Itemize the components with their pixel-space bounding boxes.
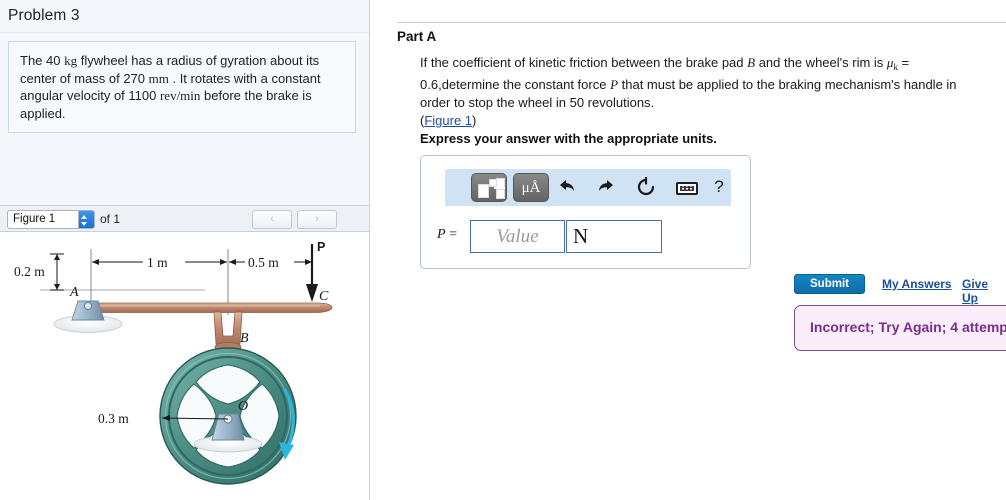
problem-statement-text: The 40 kg flywheel has a radius of gyrat…	[20, 52, 344, 122]
flywheel-brake-diagram: 0.2 m 1 m 0.5 m P C A B 0.3 m O	[14, 240, 333, 485]
undo-glyph	[560, 180, 574, 191]
point-label-o: O	[238, 399, 248, 414]
figlink-paren-close: )	[472, 113, 477, 128]
figure-prev-button[interactable]: ‹	[252, 210, 292, 229]
question-text: If the coefficient of kinetic friction b…	[420, 54, 980, 130]
part-divider	[397, 22, 1006, 23]
figure-select-value: Figure 1	[13, 213, 56, 225]
left-panel: Problem 3 The 40 kg flywheel has a radiu…	[0, 0, 370, 500]
feedback-message: Incorrect; Try Again; 4 attempts remaini…	[810, 319, 1006, 335]
template-button[interactable]	[471, 173, 507, 202]
redo-glyph	[599, 180, 613, 191]
stmt-seg-1: The 40	[20, 53, 65, 68]
dim-label-0-3m: 0.3 m	[98, 411, 129, 426]
q-seg-2a: determine the constant force	[441, 77, 611, 92]
chevron-updown-glyph	[81, 215, 87, 226]
point-label-a: A	[69, 285, 79, 300]
reset-glyph	[637, 177, 655, 196]
figure-next-button[interactable]: ›	[297, 210, 337, 229]
keyboard-icon[interactable]	[676, 182, 698, 195]
q-var-p: P	[610, 77, 619, 92]
math-toolbar: μÅ ?	[445, 169, 731, 206]
part-title: Part A	[397, 29, 437, 44]
chevron-left-icon: ‹	[270, 213, 274, 225]
q-seg-1c: and the wheel's rim is	[755, 55, 887, 70]
point-label-c: C	[319, 289, 329, 304]
units-button[interactable]: μÅ	[513, 173, 549, 202]
page-root: Problem 3 The 40 kg flywheel has a radiu…	[0, 0, 1006, 500]
stmt-unit-kg: kg	[64, 53, 78, 68]
chevron-updown-icon[interactable]	[78, 211, 94, 228]
my-answers-link[interactable]: My Answers	[882, 277, 952, 291]
answer-unit-input[interactable]: N	[566, 220, 662, 253]
figure-1-link[interactable]: Figure 1	[424, 113, 472, 128]
redo-icon[interactable]	[596, 177, 618, 195]
force-label-p: P	[317, 240, 325, 254]
dimension-0-2m	[50, 253, 64, 291]
give-up-link[interactable]: Give Up	[962, 277, 1006, 305]
figure-link-line: (Figure 1)	[420, 112, 980, 130]
problem-statement-box: The 40 kg flywheel has a radius of gyrat…	[8, 41, 356, 133]
page-title: Problem 3	[8, 7, 80, 24]
dim-label-1m: 1 m	[147, 255, 168, 270]
question-line-1: If the coefficient of kinetic friction b…	[420, 54, 980, 112]
header-divider	[0, 32, 369, 33]
figure-image[interactable]: 0.2 m 1 m 0.5 m P C A B 0.3 m O	[0, 232, 369, 500]
q-seg-1a: If the coefficient of kinetic friction b…	[420, 55, 748, 70]
q-seg-3: to stop the wheel in 50 revolutions.	[453, 95, 655, 110]
reset-icon[interactable]	[636, 177, 658, 197]
flywheel: 0.3 m O	[98, 347, 297, 485]
figure-select[interactable]: Figure 1	[7, 210, 95, 229]
answer-equals-sign: =	[445, 227, 457, 242]
undo-icon[interactable]	[557, 177, 579, 195]
feedback-banner: Incorrect; Try Again; 4 attempts remaini…	[794, 305, 1006, 351]
template-block-icon	[478, 184, 489, 198]
brake-lever-beam	[82, 302, 333, 313]
pin-a	[83, 301, 93, 311]
figure-count-label: of 1	[100, 212, 121, 226]
answer-entry-box: μÅ ? P = Value N	[420, 155, 751, 269]
point-label-b: B	[240, 331, 249, 346]
dim-label-0-2m: 0.2 m	[14, 264, 45, 279]
submit-button[interactable]: Submit	[794, 274, 865, 294]
stmt-unit-mm: mm	[148, 70, 169, 86]
right-panel: Part A If the coefficient of kinetic fri…	[371, 0, 1006, 500]
answer-variable-p: P	[437, 227, 446, 242]
help-icon[interactable]: ?	[710, 177, 728, 197]
stmt-unit-revmin: rev/min	[159, 88, 201, 103]
template-denominator-icon	[496, 189, 505, 199]
figure-navigation-bar: Figure 1 of 1 ‹ ›	[0, 205, 369, 232]
chevron-right-icon: ›	[315, 213, 319, 225]
answer-variable-label: P =	[437, 227, 457, 243]
answer-value-input[interactable]: Value	[470, 220, 565, 253]
q-var-b: B	[747, 55, 756, 70]
dim-label-0-5m: 0.5 m	[248, 255, 279, 270]
micro-angstrom-icon: μÅ	[521, 180, 541, 196]
express-units-label: Express your answer with the appropriate…	[420, 131, 717, 146]
